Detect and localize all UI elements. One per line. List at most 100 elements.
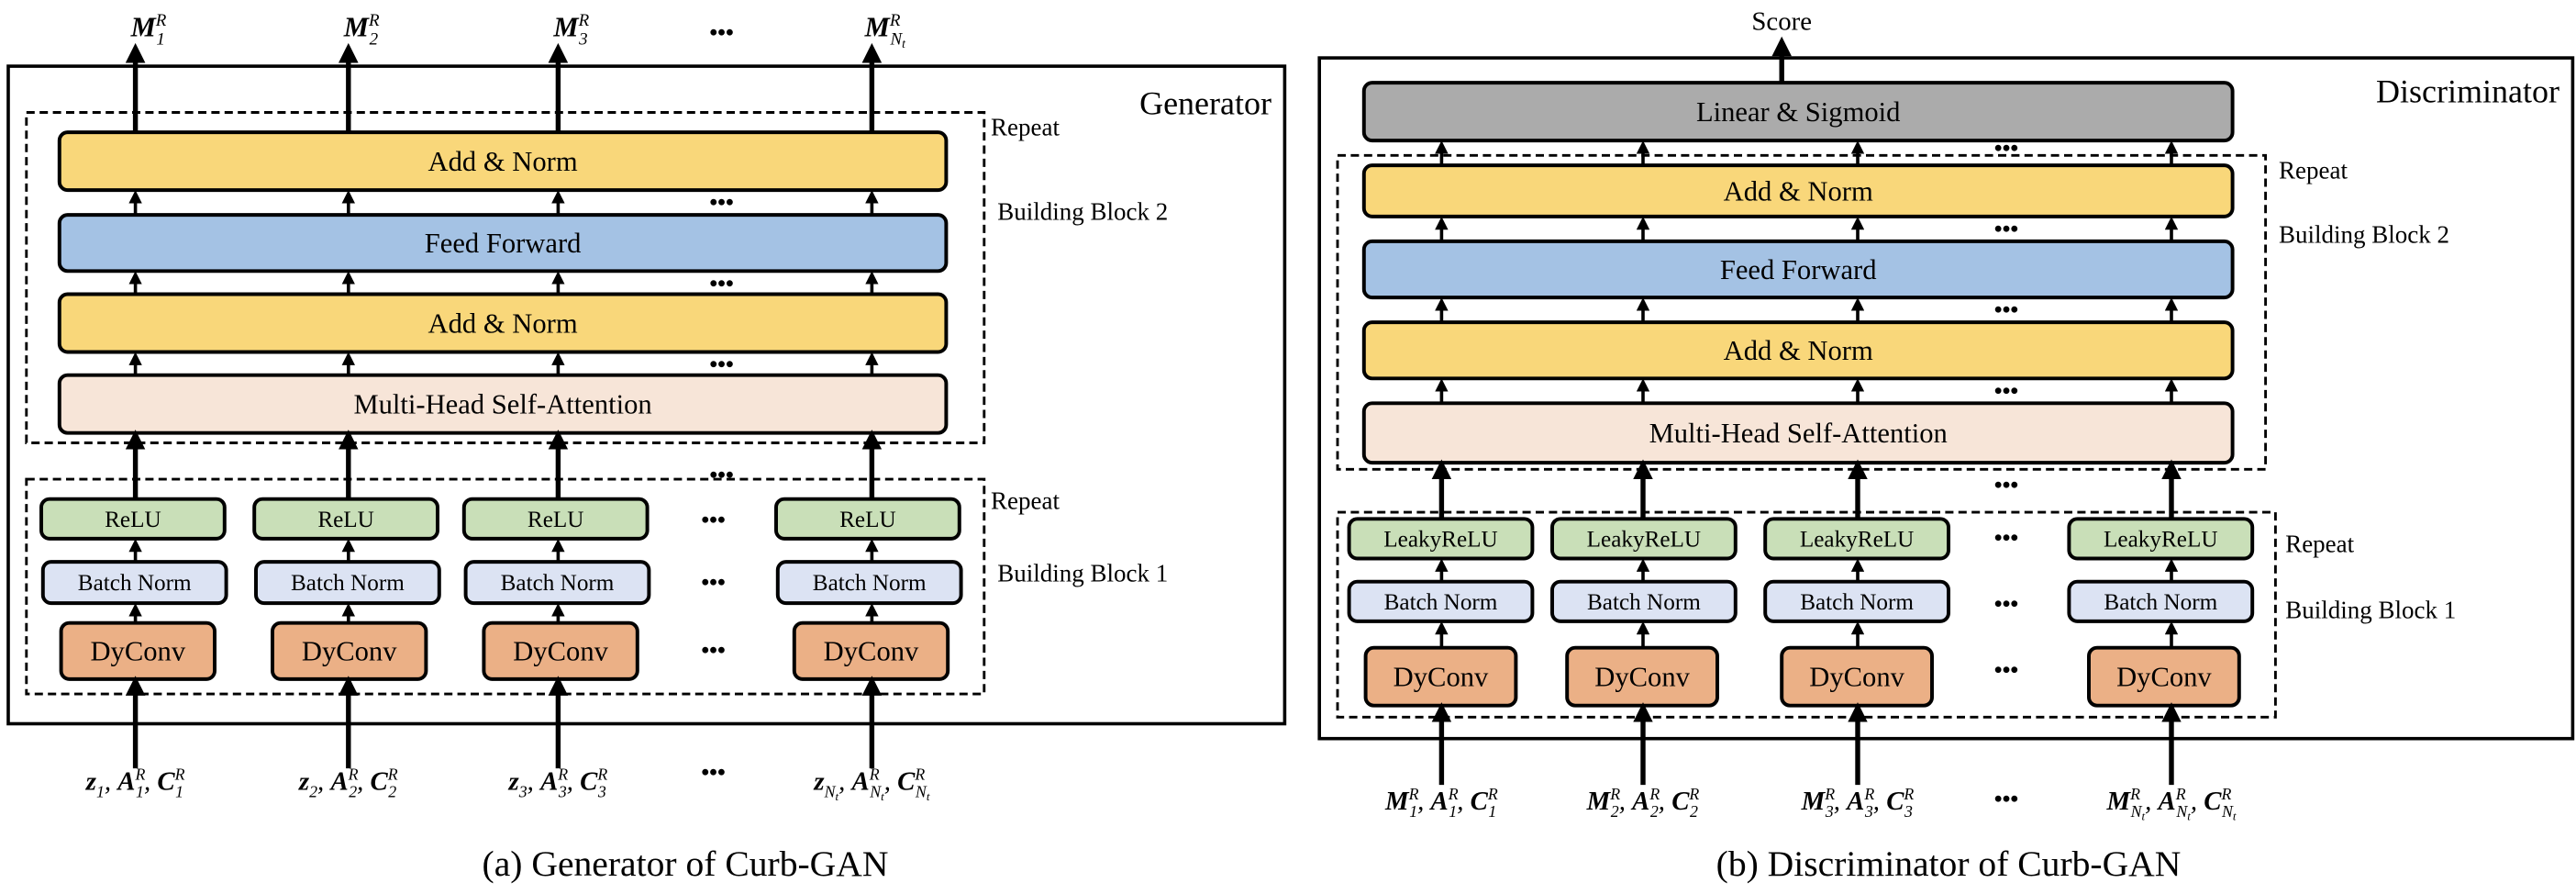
- relu-label: ReLU: [317, 508, 374, 532]
- layer-0-label: Add & Norm: [428, 146, 578, 177]
- subscript: 1: [1409, 802, 1417, 821]
- batch-norm-label: Batch Norm: [78, 571, 192, 596]
- subscript: 3: [578, 29, 587, 49]
- ellipsis: •••: [701, 508, 725, 532]
- batch-norm-label: Batch Norm: [1800, 590, 1914, 615]
- symbol: C: [1886, 787, 1904, 816]
- symbol: M: [1586, 787, 1612, 816]
- subscript: 2: [1611, 802, 1619, 821]
- math-label: MR 3: [552, 11, 589, 49]
- leaky-relu-label: LeakyReLU: [1587, 527, 1702, 552]
- leaky-relu-label: LeakyReLU: [1383, 527, 1498, 552]
- ellipsis: •••: [709, 272, 733, 296]
- superscript: R: [889, 11, 901, 30]
- math-label: z1, AR 1, CR 1: [85, 765, 185, 801]
- symbol: M: [1801, 787, 1827, 816]
- ellipsis: •••: [701, 571, 725, 596]
- dyconv-label: DyConv: [1393, 662, 1489, 693]
- dyconv-label: DyConv: [513, 636, 608, 667]
- math-label: MR 1, AR 1, CR 1: [1384, 785, 1498, 821]
- superscript: R: [368, 11, 380, 30]
- leaky-relu-label: LeakyReLU: [1800, 527, 1914, 552]
- symbol: M: [2105, 787, 2131, 816]
- generator-caption: (a) Generator of Curb-GAN: [483, 844, 889, 884]
- ellipsis: •••: [1994, 298, 2018, 323]
- symbol: C: [1471, 787, 1489, 816]
- layer-1-label: Feed Forward: [1720, 254, 1877, 285]
- superscript: R: [155, 11, 167, 30]
- superscript: R: [1688, 785, 1699, 803]
- superscript: R: [1487, 785, 1498, 803]
- subscript: 3: [1825, 802, 1834, 821]
- ellipsis: •••: [709, 20, 733, 45]
- ellipsis: •••: [1994, 473, 2018, 497]
- ellipsis: •••: [701, 761, 725, 786]
- building-block-2-label: Building Block 2: [2279, 221, 2449, 249]
- symbol: A: [116, 767, 135, 797]
- ellipsis: •••: [709, 464, 733, 488]
- dyconv-label: DyConv: [302, 636, 397, 667]
- ellipsis: •••: [1994, 526, 2018, 551]
- ellipsis: •••: [1994, 379, 2018, 404]
- symbol: A: [1630, 787, 1649, 816]
- subscript: 3: [597, 783, 606, 801]
- ellipsis: •••: [1994, 658, 2018, 683]
- superscript: R: [596, 765, 607, 784]
- symbol: M: [552, 12, 580, 43]
- ellipsis: •••: [701, 639, 725, 664]
- symbol: C: [157, 767, 175, 797]
- superscript: R: [1903, 785, 1914, 803]
- repeat-label: Repeat: [2285, 530, 2354, 557]
- subscript: 2: [1650, 802, 1659, 821]
- generator-panel: Generator Repeat Building Block 2 Repeat Bui…: [6, 11, 1287, 884]
- math-label: MR Nt: [864, 11, 906, 50]
- subscript: t: [902, 37, 906, 50]
- subscript: 3: [518, 783, 527, 801]
- subscript: 1: [156, 29, 164, 49]
- discriminator-frame: [1317, 56, 2575, 741]
- symbol: C: [2204, 787, 2222, 816]
- ellipsis: •••: [1994, 592, 2018, 617]
- dyconv-label: DyConv: [2116, 662, 2212, 693]
- superscript: R: [914, 765, 925, 784]
- dyconv-label: DyConv: [824, 636, 919, 667]
- score-label: Score: [1751, 6, 1812, 36]
- symbol: M: [1384, 787, 1410, 816]
- subscript: t: [927, 789, 930, 803]
- ellipsis: •••: [709, 191, 733, 216]
- symbol: A: [2157, 787, 2176, 816]
- leaky-relu-label: LeakyReLU: [2104, 527, 2218, 552]
- symbol: z: [813, 767, 825, 797]
- relu-label: ReLU: [105, 508, 161, 532]
- layer-0-label: Add & Norm: [1724, 175, 1873, 207]
- superscript: R: [2129, 785, 2140, 803]
- superscript: R: [174, 765, 185, 784]
- math-label: MR 2: [343, 11, 380, 49]
- relu-label: ReLU: [839, 508, 896, 532]
- subscript: 3: [558, 783, 567, 801]
- subscript: t: [2233, 810, 2237, 823]
- subscript: 2: [349, 783, 357, 801]
- symbol: A: [328, 767, 348, 797]
- discriminator-title: Discriminator: [2376, 73, 2559, 110]
- layer-3-label: Multi-Head Self-Attention: [1649, 418, 1948, 449]
- superscript: R: [2175, 785, 2186, 803]
- superscript: R: [578, 11, 590, 30]
- ellipsis: •••: [709, 352, 733, 377]
- superscript: R: [387, 765, 398, 784]
- layer-2-label: Add & Norm: [428, 307, 578, 339]
- subscript: N: [915, 783, 927, 801]
- relu-label: ReLU: [527, 508, 584, 532]
- superscript: R: [869, 765, 880, 784]
- discriminator-caption: (b) Discriminator of Curb-GAN: [1716, 844, 2182, 884]
- subscript: 1: [175, 783, 183, 801]
- math-label: MR 2, AR 2, CR 2: [1586, 785, 1700, 821]
- linear-sigmoid-label: Linear & Sigmoid: [1696, 96, 1901, 128]
- dyconv-label: DyConv: [90, 636, 185, 667]
- math-label: MR 1: [130, 11, 167, 49]
- subscript: 3: [1864, 802, 1873, 821]
- math-label: z3, AR 3, CR 3: [508, 765, 608, 801]
- symbol: A: [1845, 787, 1864, 816]
- batch-norm-label: Batch Norm: [1587, 590, 1701, 615]
- layer-1-label: Feed Forward: [425, 228, 582, 259]
